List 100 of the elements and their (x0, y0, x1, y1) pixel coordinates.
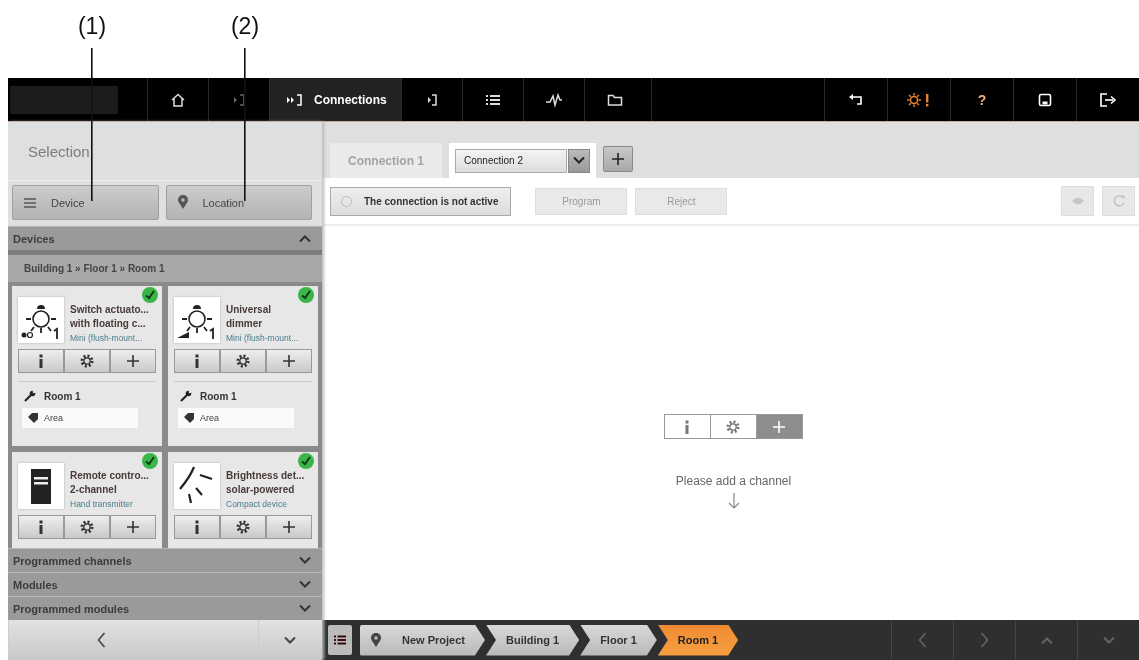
add-button[interactable] (266, 515, 312, 539)
chevron-left-icon (918, 632, 927, 648)
room-label: Room 1 (44, 390, 81, 402)
device-card[interactable]: Switch actuato... with floating c... Mini (flush-mount... Room 1 Area (12, 286, 162, 446)
info-icon (684, 419, 690, 434)
chevron-up-icon (298, 234, 312, 243)
chevron-up-icon (1039, 635, 1054, 645)
gear-icon (80, 520, 94, 534)
callout-label: (1) (77, 13, 107, 40)
section-header[interactable]: Devices (8, 226, 322, 250)
menu-icon (23, 196, 37, 209)
settings-button[interactable] (64, 515, 110, 539)
device-card[interactable]: Brightness det... solar-powered Compact device (168, 452, 318, 548)
wrench-icon (180, 390, 192, 402)
device-name: with floating c... (70, 317, 147, 331)
info-icon (38, 354, 44, 368)
gear-icon (726, 419, 740, 434)
settings-button[interactable] (220, 349, 266, 373)
add-button[interactable] (110, 349, 156, 373)
info-icon (194, 520, 200, 534)
callout-label: (2) (230, 13, 260, 40)
arrow-down-icon (727, 493, 740, 509)
connection-dropdown[interactable]: Connection 2 (455, 148, 567, 173)
room-label: Room 1 (200, 390, 237, 402)
device-button[interactable]: Device (12, 185, 159, 220)
section-header[interactable]: Programmed channels (8, 548, 322, 572)
add-button[interactable] (755, 414, 803, 439)
plus-icon (611, 152, 625, 166)
check-badge-icon (142, 287, 158, 303)
chevron-down-icon (283, 635, 298, 645)
device-type: Mini (flush-mount... (226, 332, 299, 345)
device-type: Mini (flush-mount... (70, 332, 144, 345)
plus-icon (282, 354, 296, 368)
dropdown-button[interactable] (568, 148, 590, 173)
device-name: 2-channel (70, 483, 118, 497)
add-tab-button[interactable] (603, 146, 633, 172)
location-pin-icon (176, 195, 189, 210)
wrench-icon (24, 390, 36, 402)
nav-tab[interactable]: Connections (269, 78, 401, 121)
check-badge-icon (142, 453, 158, 469)
logout-icon (1099, 91, 1117, 108)
check-badge-icon (298, 453, 314, 469)
add-button[interactable] (266, 349, 312, 373)
device-name: dimmer (226, 317, 264, 331)
list-icon (485, 92, 501, 107)
location-path: Building 1 » Floor 1 » Room 1 (8, 250, 322, 282)
device-name: Universal (226, 303, 273, 317)
chevron-down-icon (298, 556, 312, 565)
check-badge-icon (298, 287, 314, 303)
tag-icon (184, 413, 194, 423)
double-arrow-bracket-icon (286, 92, 304, 107)
device-name: Brightness det... (226, 469, 305, 483)
chevron-down-icon (572, 156, 586, 165)
save-icon (1038, 92, 1052, 107)
section-header[interactable]: Programmed modules (8, 596, 322, 620)
gear-icon (236, 520, 250, 534)
device-type: Compact device (226, 498, 288, 511)
chevron-left-icon (96, 632, 106, 648)
help-button[interactable]: ? (950, 78, 1013, 121)
device-name: solar-powered (226, 483, 296, 497)
home-icon (170, 92, 186, 107)
section-header[interactable]: Modules (8, 572, 322, 596)
list-button[interactable] (328, 625, 352, 655)
device-card[interactable]: Remote contro... 2-channel Hand transmitter (12, 452, 162, 548)
settings-button[interactable] (64, 349, 110, 373)
eye-icon (1070, 196, 1085, 206)
status-text: The connection is not active (364, 195, 499, 207)
panel-title: Selection (27, 141, 91, 162)
undo-icon (848, 92, 864, 107)
plus-icon (126, 354, 140, 368)
location-pin-icon (370, 632, 382, 648)
plus-icon (126, 520, 140, 534)
settings-button[interactable] (220, 515, 266, 539)
gear-icon (80, 354, 94, 368)
gear-icon (236, 354, 250, 368)
add-button[interactable] (110, 515, 156, 539)
chevron-down-icon (298, 604, 312, 613)
info-icon (194, 354, 200, 368)
plus-icon (772, 419, 786, 434)
plus-icon (282, 520, 296, 534)
connection-tab[interactable]: Connection 2 (449, 143, 596, 178)
breadcrumb-item[interactable]: Building 1 (485, 624, 580, 656)
arrow-bracket-icon (231, 92, 247, 107)
settings-button[interactable] (709, 414, 757, 439)
location-button[interactable]: Location (165, 185, 312, 220)
pulse-icon (545, 91, 563, 108)
info-icon (38, 520, 44, 534)
breadcrumb-item[interactable]: New Project (360, 624, 485, 656)
list-icon (334, 635, 346, 645)
area-label: Area (44, 413, 63, 423)
refresh-icon (1111, 194, 1126, 208)
breadcrumb-item[interactable]: Floor 1 (580, 624, 657, 656)
hint-text: Please add a channel (675, 474, 792, 488)
device-type: Hand transmitter (70, 498, 134, 511)
folder-icon (607, 92, 623, 107)
area-label: Area (200, 413, 219, 423)
device-card[interactable]: Universal dimmer Mini (flush-mount... Room 1 Area (168, 286, 318, 446)
info-button[interactable] (663, 414, 711, 439)
breadcrumb-item[interactable]: Room 1 (657, 624, 739, 656)
chevron-down-icon (1101, 635, 1116, 645)
